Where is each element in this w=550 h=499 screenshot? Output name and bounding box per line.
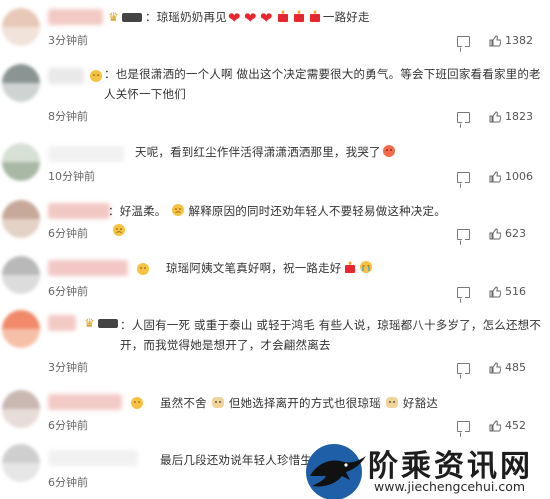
like-icon[interactable]	[489, 228, 501, 240]
like-icon[interactable]	[489, 420, 501, 432]
vip-badge: ♛	[108, 11, 142, 25]
comment-mid: 但她选择离开的方式也很琼瑶	[228, 396, 381, 410]
reply-icon[interactable]	[457, 363, 470, 374]
comment-body: ：好温柔。	[108, 204, 167, 218]
comment-item: ：也是很潇洒的一个人啊 做出这个决定需要很大的勇气。等会下班回家看看家里的老人关…	[0, 58, 550, 128]
reply-icon[interactable]	[457, 229, 470, 240]
avatar[interactable]	[2, 256, 40, 294]
comment-text: ：人固有一死 或重于泰山 或轻于鸿毛 有些人说，琼瑶都八十多岁了，怎么还想不开，…	[120, 315, 550, 355]
candle-icon	[344, 261, 355, 273]
avatar[interactable]	[2, 8, 40, 46]
crown-icon: ♛	[108, 10, 119, 24]
comment-text: ：琼瑶奶奶再见❤ ❤ ❤ 一路好走	[145, 7, 445, 27]
comment-text: 琼瑶阿姨文笔真好啊，祝一路走好	[166, 258, 426, 278]
timestamp: 3分钟前	[48, 361, 88, 374]
comment-mid: 解释原因的同时还劝年轻人不要轻易做这种决定。	[188, 204, 446, 218]
reply-icon[interactable]	[457, 36, 470, 47]
crown-icon: ♛	[84, 316, 95, 330]
emoji-face-icon	[113, 224, 125, 236]
comment-text: 天呢，看到红尘作伴活得潇潇洒洒那里，我哭了	[135, 142, 435, 162]
emoji-badge-icon	[131, 397, 143, 409]
like-icon[interactable]	[489, 362, 501, 374]
reply-icon[interactable]	[457, 421, 470, 432]
like-count: 1823	[505, 110, 533, 123]
crying-face-icon	[382, 145, 395, 157]
reply-icon[interactable]	[457, 287, 470, 298]
username[interactable]	[48, 146, 124, 162]
timestamp: 6分钟前	[48, 227, 88, 240]
like-count: 452	[505, 419, 526, 432]
candle-icon	[277, 10, 288, 22]
comment-text: 最后几段还劝说年轻人珍惜生	[160, 453, 310, 467]
username[interactable]	[48, 9, 103, 25]
emoji-badge-icon	[137, 263, 149, 275]
comment-text: ：也是很潇洒的一个人啊 做出这个决定需要很大的勇气。等会下班回家看看家里的老人关…	[104, 67, 541, 101]
like-count: 516	[505, 285, 526, 298]
timestamp: 8分钟前	[48, 110, 88, 123]
comment-tail: 一路好走	[322, 10, 370, 24]
comment-item: 天呢，看到红尘作伴活得潇潇洒洒那里，我哭了 10分钟前 1006	[0, 128, 550, 186]
raven-icon	[306, 444, 366, 499]
timestamp: 10分钟前	[48, 170, 95, 183]
avatar[interactable]	[2, 64, 40, 102]
candle-icon	[309, 10, 320, 22]
reply-icon[interactable]	[457, 172, 470, 183]
vip-badge: ♛	[84, 317, 118, 331]
like-count: 1006	[505, 170, 533, 183]
heart-icon: ❤	[227, 9, 241, 27]
avatar[interactable]	[2, 390, 40, 428]
comment-item: ♛ ：琼瑶奶奶再见❤ ❤ ❤ 一路好走 3分钟前 1382	[0, 0, 550, 58]
comment-text: 虽然不舍 但她选择离开的方式也很琼瑶 好豁达	[160, 393, 480, 413]
like-icon[interactable]	[489, 286, 501, 298]
timestamp: 6分钟前	[48, 285, 88, 298]
comment-body: 虽然不舍	[160, 396, 207, 410]
like-icon[interactable]	[489, 171, 501, 183]
avatar[interactable]	[2, 310, 40, 348]
comment-item: ♛ ：人固有一死 或重于泰山 或轻于鸿毛 有些人说，琼瑶都八十多岁了，怎么还想不…	[0, 302, 550, 380]
watermark-url: www.jiechengcehui.com	[374, 479, 526, 494]
like-icon[interactable]	[489, 35, 501, 47]
timestamp: 6分钟前	[48, 476, 88, 489]
watermark-logo: 阶乘资讯网 www.jiechengcehui.com	[300, 436, 550, 499]
doge-icon	[211, 397, 224, 408]
reply-icon[interactable]	[457, 112, 470, 123]
comment-body: ：人固有一死 或重于泰山 或轻于鸿毛 有些人说，琼瑶都八十多岁了，怎么还想不开，…	[120, 318, 542, 352]
username[interactable]	[48, 315, 76, 331]
like-count: 485	[505, 361, 526, 374]
comment-text: ：好温柔。 解释原因的同时还劝年轻人不要轻易做这种决定。	[108, 201, 448, 241]
comment-body: 天呢，看到红尘作伴活得潇潇洒洒那里，我哭了	[135, 145, 381, 159]
comment-body: 琼瑶阿姨文笔真好啊，祝一路走好	[166, 261, 342, 275]
emoji-badge-icon	[90, 70, 102, 82]
like-icon[interactable]	[489, 111, 501, 123]
comment-item: ：好温柔。 解释原因的同时还劝年轻人不要轻易做这种决定。 6分钟前 623	[0, 186, 550, 246]
avatar[interactable]	[2, 444, 40, 482]
username[interactable]	[48, 394, 122, 410]
like-count: 623	[505, 227, 526, 240]
like-count: 1382	[505, 34, 533, 47]
username[interactable]	[48, 203, 110, 219]
emoji-face-icon	[171, 204, 184, 216]
comment-body: ：琼瑶奶奶再见	[145, 10, 227, 24]
avatar[interactable]	[2, 143, 40, 181]
username[interactable]	[48, 260, 128, 276]
comment-tail: 好豁达	[402, 396, 439, 410]
comment-item: 虽然不舍 但她选择离开的方式也很琼瑶 好豁达 6分钟前 452	[0, 380, 550, 436]
timestamp: 3分钟前	[48, 34, 88, 47]
username[interactable]	[48, 450, 138, 466]
tearful-face-icon	[359, 261, 372, 273]
comment-item: 琼瑶阿姨文笔真好啊，祝一路走好 6分钟前 516	[0, 246, 550, 302]
username[interactable]	[48, 68, 84, 84]
heart-icon: ❤	[259, 9, 273, 27]
avatar[interactable]	[2, 200, 40, 238]
heart-icon: ❤	[243, 9, 257, 27]
doge-icon	[385, 397, 398, 408]
timestamp: 6分钟前	[48, 419, 88, 432]
candle-icon	[293, 10, 304, 22]
